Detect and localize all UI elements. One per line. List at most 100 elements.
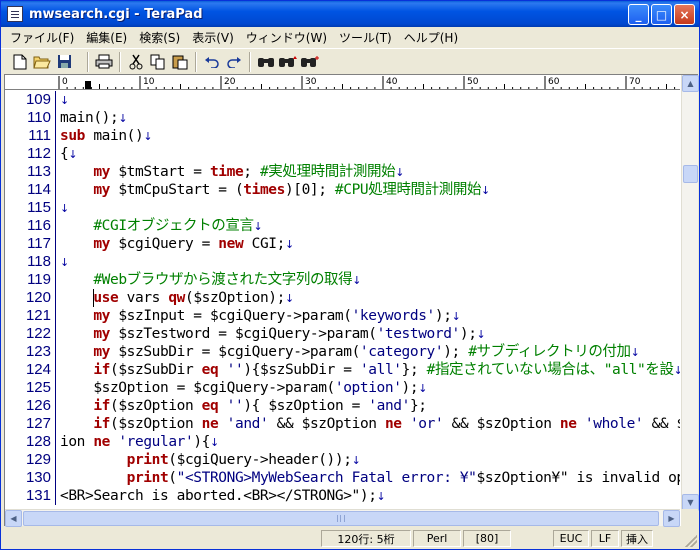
line-number: 119 bbox=[27, 271, 51, 288]
code-line[interactable]: 109 ↓ bbox=[5, 91, 680, 109]
code-text: ↓ bbox=[60, 199, 69, 218]
line-number: 122 bbox=[25, 325, 51, 342]
code-line[interactable]: 121 my $szInput = $cgiQuery->param('keyw… bbox=[5, 307, 680, 325]
code-line[interactable]: 111 sub main()↓ bbox=[5, 127, 680, 145]
status-spacer bbox=[1, 530, 319, 547]
toolbar-separator bbox=[195, 51, 197, 72]
code-line[interactable]: 118 ↓ bbox=[5, 253, 680, 271]
find-icon[interactable] bbox=[255, 51, 277, 73]
code-line[interactable]: 124 if($szSubDir eq ''){$szSubDir = 'all… bbox=[5, 361, 680, 379]
line-end-mark-icon: ↓ bbox=[68, 148, 78, 161]
code-line[interactable]: 131 <BR>Search is aborted.<BR></STRONG>")… bbox=[5, 487, 680, 505]
menu-edit[interactable]: 編集(E) bbox=[80, 29, 133, 46]
maximize-button[interactable]: □ bbox=[651, 4, 672, 25]
gutter-separator bbox=[55, 181, 56, 199]
menu-window[interactable]: ウィンドウ(W) bbox=[240, 29, 333, 46]
menu-tools[interactable]: ツール(T) bbox=[333, 29, 398, 46]
code-line[interactable]: 127 if($szOption ne 'and' && $szOption n… bbox=[5, 415, 680, 433]
line-end-mark-icon: ↓ bbox=[418, 382, 428, 395]
gutter-separator bbox=[55, 397, 56, 415]
paste-icon[interactable] bbox=[169, 51, 191, 73]
scrollbar-corner bbox=[681, 509, 698, 526]
status-encoding[interactable]: EUC bbox=[553, 530, 589, 547]
vertical-scroll-thumb[interactable] bbox=[683, 165, 698, 183]
code-text: my $cgiQuery = new CGI;↓ bbox=[93, 236, 294, 252]
code-line[interactable]: 123 my $szSubDir = $cgiQuery->param('cat… bbox=[5, 343, 680, 361]
terapad-app-icon[interactable] bbox=[7, 6, 23, 22]
line-number: 129 bbox=[25, 451, 51, 468]
ruler-cursor-marker bbox=[85, 81, 91, 89]
scroll-left-arrow-icon[interactable]: ◀ bbox=[5, 510, 22, 527]
find-previous-icon[interactable] bbox=[277, 51, 299, 73]
new-file-icon[interactable] bbox=[9, 51, 31, 73]
code-area[interactable]: 109 ↓ 110 main();↓ 111 sub main()↓ 112 {↓ 113 my… bbox=[5, 91, 680, 511]
ruler-label: 0 bbox=[62, 77, 68, 87]
code-line[interactable]: 129 print($cgiQuery->header());↓ bbox=[5, 451, 680, 469]
code-text: my $szInput = $cgiQuery->param('keywords… bbox=[93, 308, 461, 324]
line-number: 116 bbox=[27, 217, 51, 234]
line-number: 124 bbox=[25, 361, 51, 378]
close-button[interactable]: × bbox=[674, 4, 695, 25]
redo-icon[interactable] bbox=[223, 51, 245, 73]
code-line[interactable]: 115 ↓ bbox=[5, 199, 680, 217]
code-line[interactable]: 120 use vars qw($szOption);↓ bbox=[5, 289, 680, 307]
line-number: 120 bbox=[25, 289, 51, 306]
code-text: sub main()↓ bbox=[60, 128, 153, 144]
vertical-scrollbar[interactable]: ▲ ▼ bbox=[681, 75, 699, 511]
menu-bar: ファイル(F) 編集(E) 検索(S) 表示(V) ウィンドウ(W) ツール(T… bbox=[1, 27, 699, 47]
gutter-separator bbox=[55, 217, 56, 235]
code-text: {↓ bbox=[60, 146, 78, 162]
ruler-label: 50 bbox=[467, 77, 479, 87]
menu-search[interactable]: 検索(S) bbox=[133, 29, 186, 46]
open-folder-icon[interactable] bbox=[31, 51, 53, 73]
title-bar[interactable]: mwsearch.cgi - TeraPad _ □ × bbox=[1, 1, 699, 27]
menu-help[interactable]: ヘルプ(H) bbox=[398, 29, 464, 46]
horizontal-scroll-thumb[interactable] bbox=[23, 511, 659, 526]
line-end-mark-icon: ↓ bbox=[143, 130, 153, 143]
code-line[interactable]: 130 print("<STRONG>MyWebSearch Fatal err… bbox=[5, 469, 680, 487]
code-line[interactable]: 125 $szOption = $cgiQuery->param('option… bbox=[5, 379, 680, 397]
status-width[interactable]: [80] bbox=[463, 530, 511, 547]
minimize-button[interactable]: _ bbox=[628, 4, 649, 25]
scroll-up-arrow-icon[interactable]: ▲ bbox=[682, 75, 699, 92]
code-line[interactable]: 122 my $szTestword = $cgiQuery->param('t… bbox=[5, 325, 680, 343]
copy-icon[interactable] bbox=[147, 51, 169, 73]
gutter-separator bbox=[55, 379, 56, 397]
code-line[interactable]: 113 my $tmStart = time; #実処理時間計測開始↓ bbox=[5, 163, 680, 181]
menu-file[interactable]: ファイル(F) bbox=[4, 29, 80, 46]
resize-grip-icon[interactable] bbox=[685, 535, 697, 547]
horizontal-scrollbar[interactable]: ◀ ▶ bbox=[5, 509, 680, 527]
line-number: 115 bbox=[27, 199, 51, 216]
ruler-label: 40 bbox=[386, 77, 398, 87]
undo-icon[interactable] bbox=[201, 51, 223, 73]
code-line[interactable]: 119 #Webブラウザから渡された文字列の取得↓ bbox=[5, 271, 680, 289]
line-end-mark-icon: ↓ bbox=[376, 490, 386, 503]
code-text: ↓ bbox=[60, 253, 69, 272]
toolbar-separator bbox=[119, 51, 121, 72]
cut-icon[interactable] bbox=[125, 51, 147, 73]
menu-view[interactable]: 表示(V) bbox=[186, 29, 240, 46]
gutter-separator bbox=[55, 163, 56, 181]
scroll-grip-icon bbox=[337, 515, 345, 522]
code-text: ion ne 'regular'){↓ bbox=[60, 434, 219, 450]
line-number: 118 bbox=[27, 253, 51, 270]
scroll-right-arrow-icon[interactable]: ▶ bbox=[663, 510, 680, 527]
save-icon[interactable] bbox=[53, 51, 75, 73]
code-line[interactable]: 112 {↓ bbox=[5, 145, 680, 163]
code-line[interactable]: 114 my $tmCpuStart = (times)[0]; #CPU処理時… bbox=[5, 181, 680, 199]
status-language[interactable]: Perl bbox=[413, 530, 461, 547]
find-next-icon[interactable] bbox=[299, 51, 321, 73]
code-line[interactable]: 128 ion ne 'regular'){↓ bbox=[5, 433, 680, 451]
print-icon[interactable] bbox=[93, 51, 115, 73]
code-line[interactable]: 126 if($szOption eq ''){ $szOption = 'an… bbox=[5, 397, 680, 415]
code-line[interactable]: 117 my $cgiQuery = new CGI;↓ bbox=[5, 235, 680, 253]
code-line[interactable]: 116 #CGIオブジェクトの宣言↓ bbox=[5, 217, 680, 235]
line-end-mark-icon: ↓ bbox=[118, 112, 128, 125]
status-input-mode[interactable]: 挿入 bbox=[621, 530, 653, 547]
line-number: 130 bbox=[25, 469, 51, 486]
line-end-mark-icon: ↓ bbox=[60, 94, 69, 107]
editor-pane[interactable]: 0 10 20 30 40 50 60 70 109 ↓ 110 main();↓ 111 sub ma… bbox=[4, 74, 699, 527]
code-line[interactable]: 110 main();↓ bbox=[5, 109, 680, 127]
ruler-label: 30 bbox=[305, 77, 317, 87]
status-line-ending[interactable]: LF bbox=[591, 530, 619, 547]
